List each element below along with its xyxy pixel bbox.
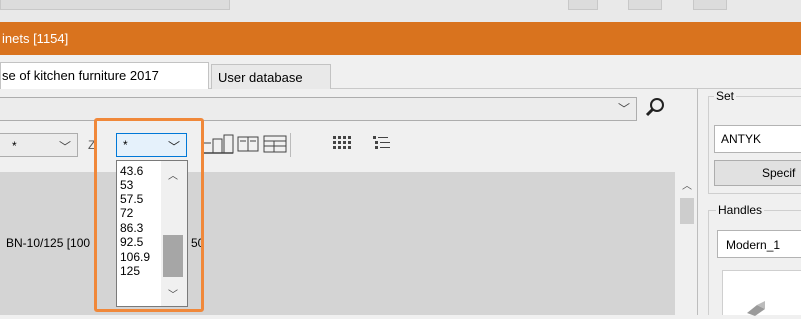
list-view-icon[interactable] [371, 133, 393, 159]
front-view-icon[interactable] [236, 133, 260, 159]
specification-button-label: Specif [762, 166, 796, 180]
grid-row-text: BN-10/125 [100 [6, 236, 91, 250]
cabinet-view-icon[interactable] [203, 133, 235, 159]
panel-divider[interactable] [697, 89, 698, 315]
set-select-value: ANTYK [721, 132, 762, 146]
top-strip-segment [628, 0, 662, 10]
search-icon[interactable] [642, 96, 668, 120]
top-strip-segment [568, 0, 598, 10]
chevron-down-icon: ﹀ [617, 102, 630, 116]
tab-user-database[interactable]: User database [211, 64, 331, 89]
top-strip-segment [693, 0, 727, 10]
annotation-highlight-box [94, 118, 204, 312]
grid-view-icon[interactable] [331, 133, 353, 159]
set-group-label: Set [714, 89, 737, 103]
toolbar-separator [290, 133, 291, 157]
specification-button[interactable]: Specif [714, 160, 801, 186]
top-strip [0, 0, 801, 22]
filter-select[interactable]: * ﹀ [0, 133, 78, 157]
tab-label: se of kitchen furniture 2017 [2, 68, 159, 83]
tab-bar: se of kitchen furniture 2017 User databa… [0, 55, 801, 89]
scroll-thumb[interactable] [680, 198, 694, 224]
top-strip-segment [0, 0, 230, 10]
table-view-icon[interactable] [262, 133, 288, 159]
window-title: inets [1154] [2, 31, 69, 46]
grid-row-label: BN-10/125 [100 [6, 236, 90, 250]
tab-label: User database [218, 70, 303, 85]
grid-scrollbar[interactable]: ︿ [677, 172, 697, 315]
filter-select-value: * [12, 139, 17, 153]
chevron-down-icon: ﹀ [58, 140, 71, 154]
handles-group-label: Handles [716, 203, 765, 217]
chevron-up-icon[interactable]: ︿ [682, 177, 692, 192]
handles-select[interactable]: Modern_1 [717, 230, 801, 258]
tab-kitchen-furniture-2017[interactable]: se of kitchen furniture 2017 [0, 62, 209, 89]
set-select[interactable]: ANTYK [714, 125, 801, 153]
handle-preview [722, 270, 801, 316]
window-title-bar: inets [1154] [0, 22, 801, 55]
handles-select-value: Modern_1 [726, 238, 781, 252]
